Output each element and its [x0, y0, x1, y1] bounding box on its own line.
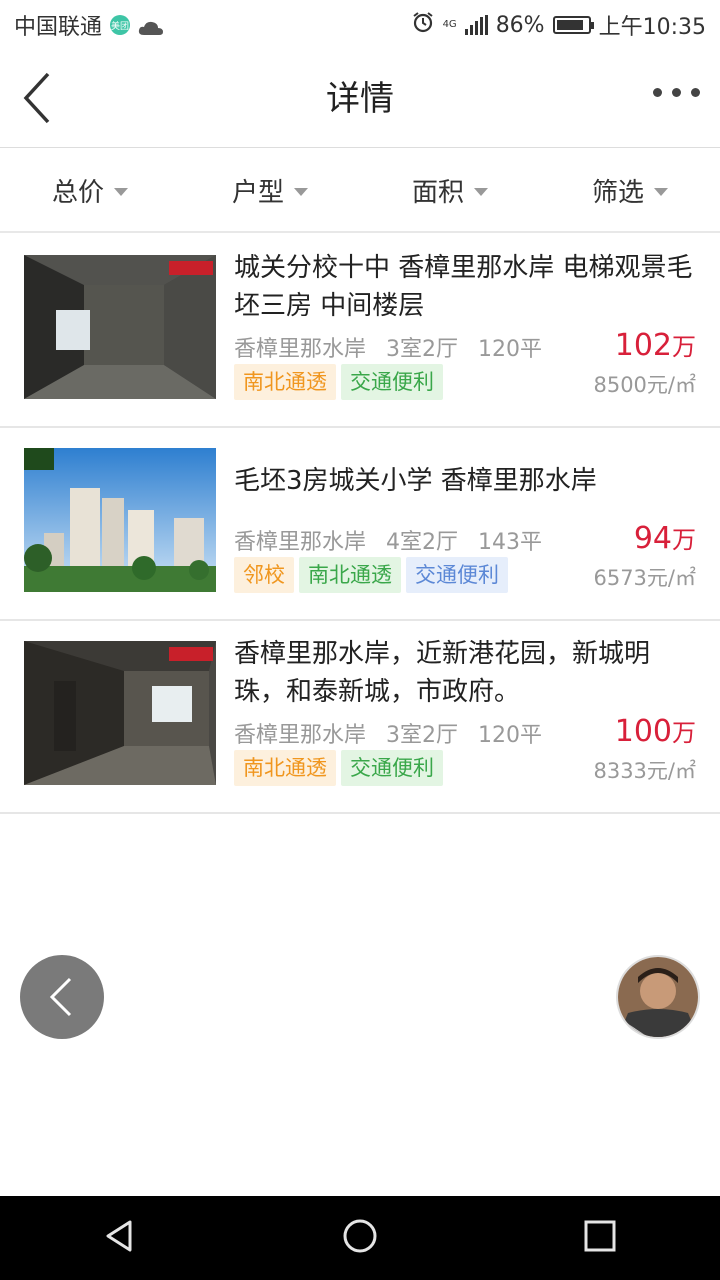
system-home-icon[interactable]	[342, 1218, 378, 1258]
listing-meta: 香樟里那水岸 3室2厅 120平	[234, 331, 542, 363]
unit-price: 6573元/㎡	[593, 566, 696, 590]
agent-avatar[interactable]	[616, 955, 700, 1039]
alarm-icon	[411, 10, 435, 40]
room-layout: 3室2厅	[386, 337, 459, 362]
chevron-left-icon	[49, 977, 72, 1017]
listing-title: 毛坯3房城关小学 香樟里那水岸	[234, 466, 597, 496]
carrier-label: 中国联通	[14, 15, 103, 40]
listing-item[interactable]: 香樟里那水岸，近新港花园，新城明珠，和泰新城，市政府。 香樟里那水岸 3室2厅 …	[0, 621, 720, 814]
filter-layout[interactable]: 户型	[180, 149, 360, 231]
listing-title: 香樟里那水岸，近新港花园，新城明珠，和泰新城，市政府。	[234, 639, 651, 707]
listing-title: 城关分校十中 香樟里那水岸 电梯观景毛坯三房 中间楼层	[234, 253, 693, 321]
battery-percent: 86%	[495, 12, 545, 38]
community-name: 香樟里那水岸	[234, 337, 367, 362]
filter-bar: 总价 户型 面积 筛选	[0, 149, 720, 233]
dropdown-arrow-icon	[114, 188, 128, 196]
listing-photo	[24, 641, 216, 785]
unit-price: 8333元/㎡	[593, 759, 696, 783]
total-price: 100万	[614, 714, 696, 749]
listing-tags: 南北通透 交通便利	[234, 750, 443, 786]
community-name: 香樟里那水岸	[234, 530, 367, 555]
unit-price: 8500元/㎡	[593, 373, 696, 397]
filter-area[interactable]: 面积	[360, 149, 540, 231]
total-price: 102万	[614, 328, 696, 363]
feature-tag: 南北通透	[234, 364, 336, 400]
cloud-icon	[138, 17, 164, 35]
total-price: 94万	[633, 521, 696, 556]
feature-tag: 南北通透	[234, 750, 336, 786]
system-recents-icon[interactable]	[582, 1218, 618, 1258]
dropdown-arrow-icon	[474, 188, 488, 196]
filter-total-price[interactable]: 总价	[0, 149, 180, 231]
top-nav-bar: 详情	[0, 50, 720, 148]
meituan-badge-icon: 美团	[110, 15, 131, 35]
listing-meta: 香樟里那水岸 3室2厅 120平	[234, 717, 542, 749]
dropdown-arrow-icon	[654, 188, 668, 196]
listing-item[interactable]: 城关分校十中 香樟里那水岸 电梯观景毛坯三房 中间楼层 香樟里那水岸 3室2厅 …	[0, 235, 720, 428]
system-nav-bar	[0, 1196, 720, 1280]
floor-area: 120平	[478, 337, 543, 362]
filter-label: 户型	[231, 177, 284, 208]
filter-label: 总价	[51, 177, 104, 208]
listing-photo	[24, 255, 216, 399]
dropdown-arrow-icon	[294, 188, 308, 196]
listing-item[interactable]: 毛坯3房城关小学 香樟里那水岸 香樟里那水岸 4室2厅 143平 邻校 南北通透…	[0, 428, 720, 621]
filter-label: 面积	[411, 177, 464, 208]
signal-icon	[464, 15, 488, 35]
listing-meta: 香樟里那水岸 4室2厅 143平	[234, 524, 542, 556]
feature-tag: 交通便利	[341, 364, 443, 400]
feature-tag: 交通便利	[406, 557, 508, 593]
feature-tag: 邻校	[234, 557, 294, 593]
listing-photo	[24, 448, 216, 592]
room-layout: 3室2厅	[386, 723, 459, 748]
listing-list: 城关分校十中 香樟里那水岸 电梯观景毛坯三房 中间楼层 香樟里那水岸 3室2厅 …	[0, 235, 720, 814]
floor-area: 143平	[478, 530, 543, 555]
status-bar: 中国联通 美团 4G 86% 上午10:35	[0, 0, 720, 50]
room-layout: 4室2厅	[386, 530, 459, 555]
listing-tags: 邻校 南北通透 交通便利	[234, 557, 508, 593]
filter-label: 筛选	[591, 177, 644, 208]
battery-icon	[552, 16, 594, 34]
clock: 上午10:35	[598, 15, 706, 40]
floating-back-button[interactable]	[20, 955, 104, 1039]
listing-tags: 南北通透 交通便利	[234, 364, 443, 400]
feature-tag: 南北通透	[299, 557, 401, 593]
network-type: 4G	[442, 19, 457, 30]
system-back-icon[interactable]	[102, 1218, 138, 1258]
floor-area: 120平	[478, 723, 543, 748]
community-name: 香樟里那水岸	[234, 723, 367, 748]
page-title: 详情	[326, 79, 394, 119]
more-options-icon[interactable]	[653, 88, 700, 97]
feature-tag: 交通便利	[341, 750, 443, 786]
filter-more[interactable]: 筛选	[540, 149, 720, 231]
